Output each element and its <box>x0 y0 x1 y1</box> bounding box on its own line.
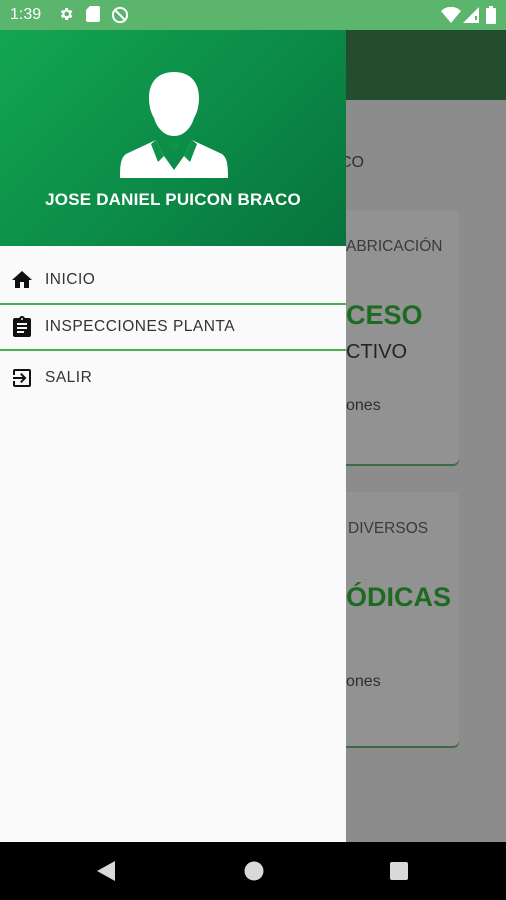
wifi-icon <box>441 7 461 23</box>
back-icon[interactable] <box>97 861 115 881</box>
card2-category: DIVERSOS <box>348 520 429 537</box>
card2-title: ÓDICAS <box>346 582 452 612</box>
card1-title: CESO <box>346 300 423 330</box>
user-avatar-icon <box>120 72 228 178</box>
sd-card-icon <box>86 6 100 22</box>
card1-subtitle: CTIVO <box>346 341 408 363</box>
status-time: 1:39 <box>10 6 42 23</box>
menu-item-label: INICIO <box>45 271 96 288</box>
system-nav-bar <box>0 842 506 900</box>
home-icon <box>12 271 32 288</box>
menu-item-salir[interactable]: SALIR <box>0 354 346 402</box>
drawer-header: JOSE DANIEL PUICON BRACO <box>0 30 346 246</box>
menu-item-label: SALIR <box>45 369 93 386</box>
card1-info: ones <box>346 397 381 414</box>
clipboard-icon <box>13 316 31 337</box>
card2-info: ones <box>346 673 381 690</box>
recents-icon[interactable] <box>390 862 408 880</box>
menu-item-inicio[interactable]: INICIO <box>0 256 346 304</box>
signal-icon <box>463 7 479 23</box>
battery-icon <box>486 6 496 24</box>
card1-category: ABRICACIÓN <box>346 238 443 255</box>
home-nav-icon[interactable] <box>244 861 264 881</box>
menu-item-inspecciones-planta[interactable]: INSPECCIONES PLANTA <box>0 303 346 351</box>
no-disturb-icon <box>111 6 129 24</box>
settings-icon <box>60 8 73 20</box>
navigation-drawer: JOSE DANIEL PUICON BRACO INICIO INSPECCI… <box>0 30 346 842</box>
drawer-user-name: JOSE DANIEL PUICON BRACO <box>45 190 301 209</box>
menu-item-label: INSPECCIONES PLANTA <box>45 318 236 335</box>
status-bar: 1:39 <box>0 0 506 30</box>
logout-icon <box>13 369 31 387</box>
